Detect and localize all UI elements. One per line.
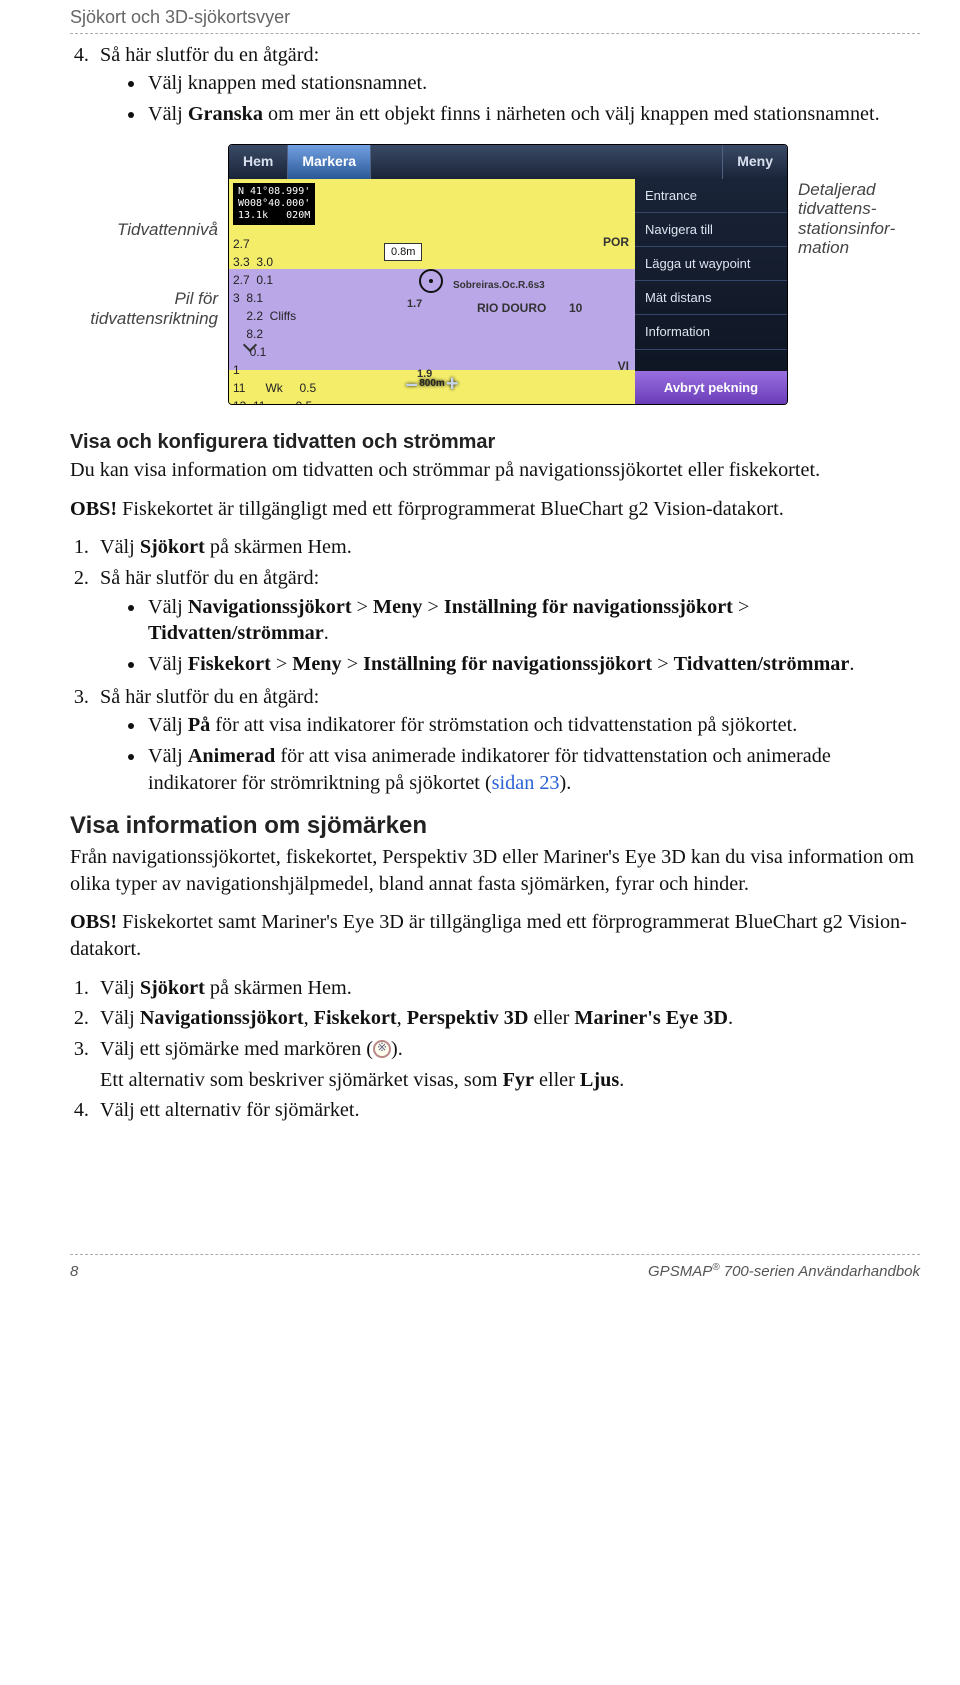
label-rio: RIO DOURO [477,301,546,317]
menu-entrance[interactable]: Entrance [635,179,787,213]
label-por: POR [603,235,629,251]
label-vi: VI [618,359,629,375]
step4-bullet2: Välj Granska om mer än ett objekt finns … [146,101,920,128]
sec2-obs: OBS! Fiskekortet samt Mariner's Eye 3D ä… [70,909,920,962]
zoom-out-button[interactable]: – [405,369,417,398]
menu-navigera[interactable]: Navigera till [635,213,787,247]
callout-detaljerad: Detaljerad tidvattens­stationsinfor­mati… [798,144,918,405]
sec1-step2: Så här slutför du en åtgärd: Välj Naviga… [94,565,920,678]
sec1-obs: OBS! Fiskekortet är tillgängligt med ett… [70,496,920,523]
label-sob: Sobreiras.Oc.R.6s3 [453,279,545,292]
sec2-step2: Välj Navigationssjökort, Fiskekort, Pers… [94,1005,920,1032]
chart-pane[interactable]: N 41°08.999' W008°40.000' 13.1k 020M 0.8… [229,179,635,404]
heading-visa-konfigurera: Visa och konfigurera tidvatten och ström… [70,429,920,455]
context-menu: Entrance Navigera till Lägga ut waypoint… [635,179,787,404]
step4-bullet1: Välj knappen med stationsnamnet. [146,70,920,97]
sec1-s2-b2: Välj Fiskekort > Meny > Inställning för … [146,651,920,678]
callout-tidvattenniva: Tidvattennivå [70,220,218,240]
sec1-step3: Så här slutför du en åtgärd: Välj På för… [94,684,920,797]
depth-soundings: 2.7 3.3 3.0 2.7 0.1 3 8.1 2.2 Cliffs 8.2… [233,235,316,405]
menu-distans[interactable]: Mät distans [635,281,787,315]
menu-waypoint[interactable]: Lägga ut waypoint [635,247,787,281]
sec2-intro: Från navigationssjökortet, fiskekortet, … [70,844,920,897]
running-header: Sjökort och 3D-sjökortsvyer [70,0,920,34]
link-sidan-23[interactable]: sidan 23 [492,772,560,794]
footer-title: GPSMAP® 700-serien Användarhandbok [648,1261,920,1282]
figure-tidvatten: Tidvattennivå Pil för tidvattensriktning… [70,144,920,405]
cursor-icon [373,1040,391,1058]
label-10: 10 [569,301,582,317]
tab-meny[interactable]: Meny [722,145,787,179]
sec1-s2-b1: Välj Navigationssjökort > Meny > Inställ… [146,594,920,647]
zoom-in-button[interactable]: + [446,369,459,398]
label-17: 1.7 [407,297,422,312]
step-4: Så här slutför du en åtgärd: Välj knappe… [94,42,920,128]
tide-scale: 0.8m [384,243,422,262]
sec1-intro: Du kan visa information om tidvatten och… [70,457,920,484]
gps-screenshot: Hem Markera Meny N 41°08.999' W008°40.00… [228,144,788,405]
sec2-step1: Välj Sjökort på skärmen Hem. [94,975,920,1002]
sec1-s3-b2: Välj Animerad för att visa animerade ind… [146,743,920,796]
scalebar: 800m [419,377,445,390]
tab-markera[interactable]: Markera [288,145,371,179]
callout-pil: Pil för tidvattensriktning [70,289,218,328]
coords-readout: N 41°08.999' W008°40.000' 13.1k 020M [233,183,315,225]
tab-hem[interactable]: Hem [229,145,288,179]
sec2-step4: Välj ett alternativ för sjömärket. [94,1097,920,1124]
cursor-marker-icon [419,269,443,293]
menu-avbryt[interactable]: Avbryt pekning [635,371,787,404]
sec1-s3-b1: Välj På för att visa indikatorer för str… [146,712,920,739]
sec2-step3: Välj ett sjömärke med markören (). Ett a… [94,1036,920,1093]
sec1-step1: Välj Sjökort på skärmen Hem. [94,534,920,561]
menu-information[interactable]: Information [635,315,787,349]
heading-sjomarken: Visa information om sjömärken [70,810,920,842]
page-number: 8 [70,1262,78,1282]
